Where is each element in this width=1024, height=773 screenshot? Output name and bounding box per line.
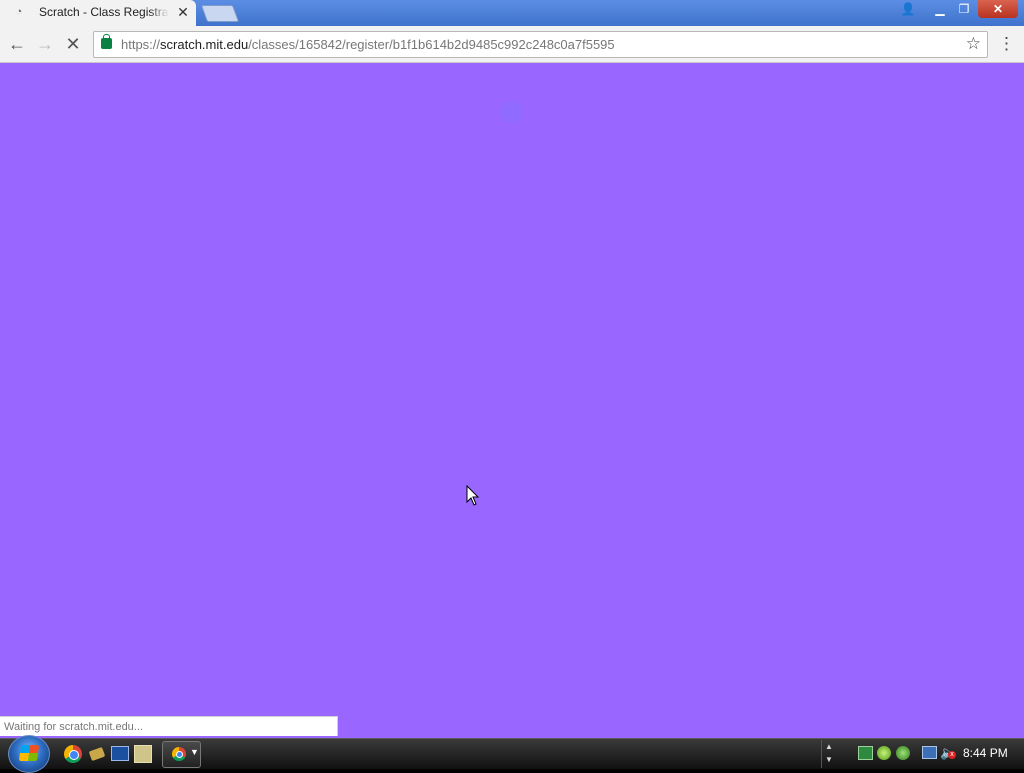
url-text[interactable]: https://scratch.mit.edu/classes/165842/r…	[121, 37, 615, 52]
restore-button[interactable]: ❐	[952, 0, 976, 18]
app-quicklaunch-icon[interactable]	[88, 745, 106, 763]
tray-scroll-down[interactable]: ▼	[822, 753, 836, 766]
chrome-icon	[172, 747, 186, 761]
system-clock[interactable]: 8:44 PM	[963, 746, 1008, 760]
browser-titlebar: ◔ Scratch - Class Registration ✕ 👤 ▁ ❐ ✕	[0, 0, 1024, 26]
status-bubble: Waiting for scratch.mit.edu...	[0, 716, 338, 736]
secure-lock-icon[interactable]	[101, 34, 112, 49]
volume-muted-icon[interactable]: 🔈x	[940, 746, 956, 760]
stop-loading-button[interactable]: ✕	[63, 34, 83, 54]
tray-status-icon[interactable]	[877, 746, 891, 760]
chrome-taskbar-button[interactable]: ▼	[162, 741, 201, 768]
muted-mark: x	[948, 751, 956, 759]
browser-menu-icon[interactable]: ⋮	[998, 34, 1015, 54]
url-scheme: https://	[121, 37, 161, 52]
tab-title: Scratch - Class Registration	[39, 5, 169, 19]
browser-tab-active[interactable]: ◔ Scratch - Class Registration ✕	[0, 0, 196, 26]
tray-scroll-up[interactable]: ▲	[822, 740, 836, 753]
browser-toolbar: ← → ✕ https://scratch.mit.edu/classes/16…	[0, 26, 1024, 63]
minimize-button[interactable]: ▁	[928, 0, 952, 18]
close-window-button[interactable]: ✕	[978, 0, 1018, 18]
back-button[interactable]: ←	[7, 34, 27, 54]
start-button[interactable]	[8, 735, 50, 773]
loading-spinner-icon	[500, 101, 522, 123]
tab-close-button[interactable]: ✕	[176, 4, 190, 20]
chevron-down-icon: ▼	[190, 747, 199, 757]
taskbar: ▼ ▲ ▼ 🔈x 8:44 PM	[0, 735, 1024, 773]
tray-scroll-buttons[interactable]: ▲ ▼	[821, 740, 836, 768]
show-desktop-icon[interactable]	[111, 746, 129, 761]
page-viewport: Waiting for scratch.mit.edu...	[0, 63, 1024, 738]
chrome-quicklaunch-icon[interactable]	[64, 745, 82, 763]
profile-icon[interactable]: 👤	[896, 0, 920, 18]
address-bar[interactable]: https://scratch.mit.edu/classes/165842/r…	[93, 31, 988, 58]
loading-icon: ◔	[15, 6, 23, 18]
tray-sync-icon[interactable]	[896, 746, 910, 760]
forward-button[interactable]: →	[35, 34, 55, 54]
tray-app-icon[interactable]	[858, 746, 873, 760]
gallery-quicklaunch-icon[interactable]	[134, 745, 152, 763]
url-host: scratch.mit.edu	[160, 37, 249, 52]
new-tab-button[interactable]	[200, 5, 240, 22]
network-icon[interactable]	[922, 746, 937, 759]
bookmark-star-icon[interactable]: ☆	[966, 34, 981, 54]
url-path: /classes/165842/register/b1f1b614b2d9485…	[248, 37, 615, 52]
